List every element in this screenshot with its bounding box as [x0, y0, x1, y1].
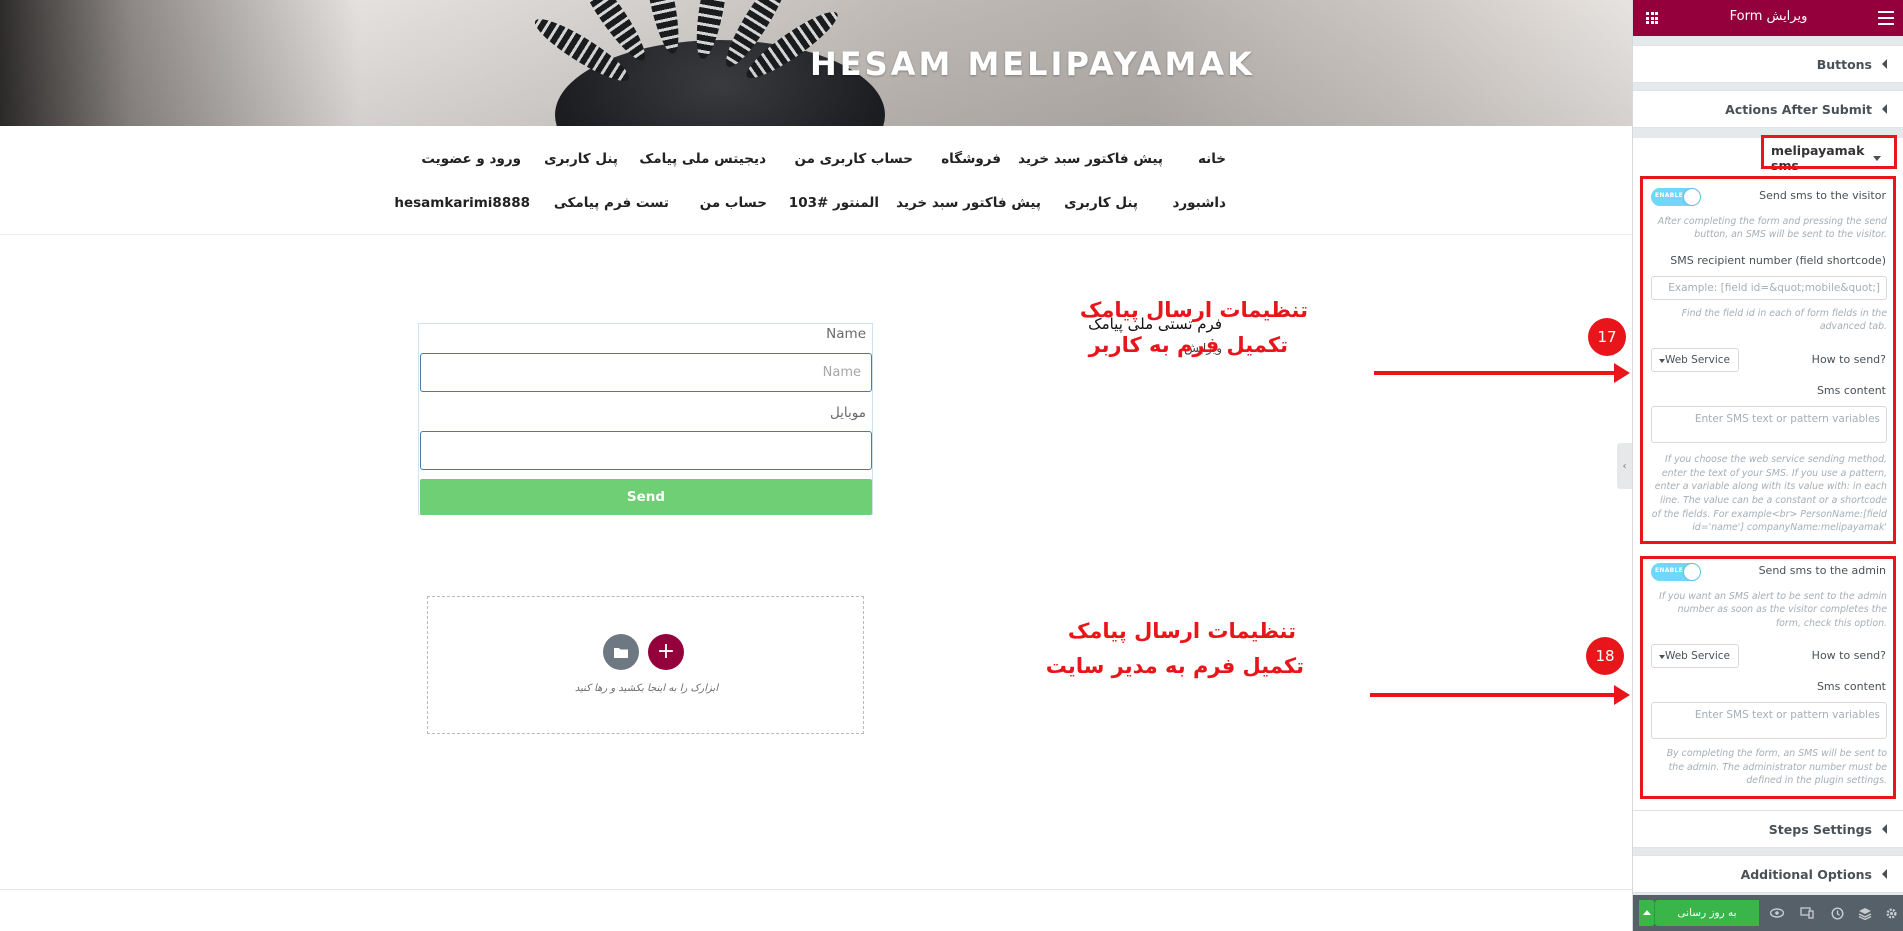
navigator-layers-icon[interactable] [1857, 905, 1873, 921]
panel-collapse-toggle[interactable]: ‹ [1617, 443, 1632, 489]
annotation-visitor-line1: تنظیمات ارسال پیامک [1079, 298, 1308, 322]
template-library-button[interactable] [603, 634, 639, 670]
section-buttons-label: Buttons [1816, 57, 1872, 72]
page-canvas: HESAM MELIPAYAMAK خانه پیش فاکتور سبد خر… [0, 0, 1753, 931]
mobile-label: موبایل [829, 405, 866, 421]
section-actions-after-submit[interactable]: Actions After Submit [1633, 90, 1903, 128]
nav-item-user-panel-2[interactable]: پنل کاربری [1064, 195, 1138, 211]
caret-left-icon [1882, 869, 1887, 879]
folder-icon [614, 648, 628, 658]
header-banner: HESAM MELIPAYAMAK [0, 0, 1632, 126]
annotation-arrow-admin [1370, 685, 1630, 705]
nav-item-user-panel[interactable]: پنل کاربری [544, 151, 618, 167]
menu-icon[interactable] [1878, 11, 1894, 25]
annotation-admin-line2: تکمیل فرم به مدیر سایت [1045, 654, 1304, 678]
eye-icon[interactable] [1769, 905, 1785, 921]
highlight-visitor-settings [1640, 176, 1896, 544]
section-steps-settings[interactable]: Steps Settings [1633, 810, 1903, 848]
panel-footer: به روز رسانی [1633, 895, 1903, 931]
settings-gear-icon[interactable] [1883, 905, 1899, 921]
name-label: Name [826, 326, 866, 342]
annotation-badge-17: 17 [1588, 318, 1626, 356]
widget-dropzone[interactable]: + ابزارک را به اینجا بکشید و رها کنید [427, 596, 864, 734]
nav-divider [0, 234, 1632, 235]
section-steps-label: Steps Settings [1768, 822, 1872, 837]
panel-title: ویرایش Form [1729, 9, 1808, 24]
nav-item-digits[interactable]: دیجیتس ملی پیامک [639, 151, 766, 167]
caret-left-icon [1882, 59, 1887, 69]
nav-item-dashboard[interactable]: داشبورد [1172, 195, 1226, 211]
section-additional-options[interactable]: Additional Options [1633, 855, 1903, 893]
nav-item-home[interactable]: خانه [1198, 151, 1226, 167]
nav-item-sms-form-test[interactable]: تست فرم پیامکی [554, 195, 669, 211]
name-field[interactable] [420, 353, 872, 392]
update-button[interactable]: به روز رسانی [1655, 900, 1759, 926]
caret-left-icon [1882, 824, 1887, 834]
send-button[interactable]: Send [420, 479, 872, 515]
dropzone-hint: ابزارک را به اینجا بکشید و رها کنید [574, 683, 719, 694]
add-section-button[interactable]: + [648, 634, 684, 670]
responsive-icon[interactable] [1799, 905, 1815, 921]
nav-item-cart-invoice[interactable]: پیش فاکتور سبد خرید [1018, 151, 1163, 167]
screen: HESAM MELIPAYAMAK خانه پیش فاکتور سبد خر… [0, 0, 1903, 931]
publish-options-button[interactable] [1639, 900, 1655, 926]
nav-item-username[interactable]: hesamkarimi8888 [394, 195, 530, 211]
highlight-admin-settings [1640, 556, 1896, 799]
nav-item-shop[interactable]: فروشگاه [941, 151, 1001, 167]
caret-left-icon [1882, 104, 1887, 114]
annotation-visitor-line2: تکمیل فرم به کاربر [1088, 333, 1288, 357]
site-title[interactable]: HESAM MELIPAYAMAK [810, 45, 1255, 83]
annotation-arrow-visitor [1374, 363, 1630, 383]
nav-item-cart-invoice-2[interactable]: پیش فاکتور سبد خرید [896, 195, 1041, 211]
section-actions-label: Actions After Submit [1725, 102, 1872, 117]
panel-header: ویرایش Form [1633, 0, 1903, 36]
editor-panel: ویرایش Form Buttons Actions After Submit… [1632, 0, 1903, 931]
highlight-sms-select [1761, 135, 1897, 169]
nav-item-login-register[interactable]: ورود و عضویت [421, 151, 521, 167]
nav-item-account[interactable]: حساب من [700, 195, 767, 211]
mobile-field[interactable] [420, 431, 872, 470]
section-buttons[interactable]: Buttons [1633, 45, 1903, 83]
plus-icon: + [656, 639, 676, 664]
chevron-left-icon: ‹ [1622, 460, 1627, 472]
nav-item-my-account[interactable]: حساب کاربری من [794, 151, 913, 167]
nav-item-elementor[interactable]: المنتور #103 [789, 195, 879, 211]
sms-form: Name موبایل Send [418, 323, 873, 515]
annotation-badge-18: 18 [1586, 637, 1624, 675]
annotation-admin-line1: تنظیمات ارسال پیامک [1067, 619, 1296, 643]
section-additional-label: Additional Options [1740, 867, 1872, 882]
footer-divider [0, 889, 1632, 890]
history-icon[interactable] [1829, 905, 1845, 921]
